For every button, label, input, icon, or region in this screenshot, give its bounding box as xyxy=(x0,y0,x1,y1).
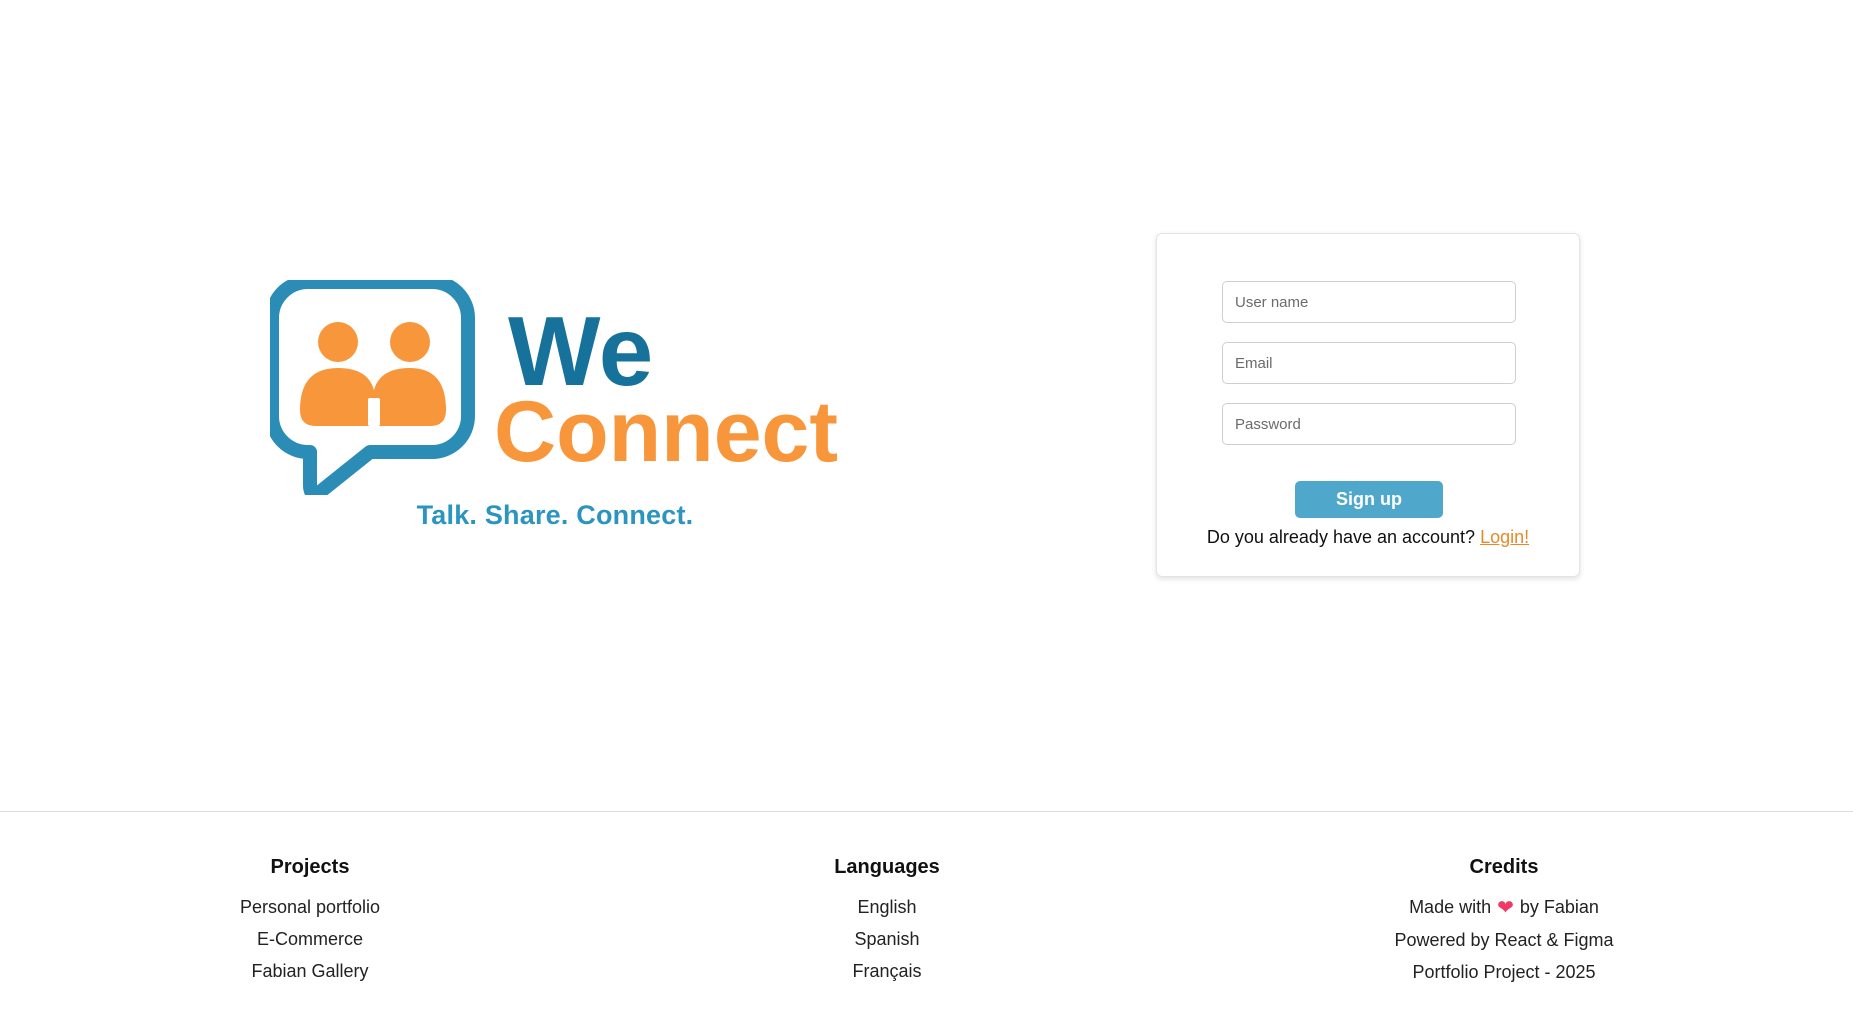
footer-projects-title: Projects xyxy=(270,856,350,878)
made-with-prefix: Made with xyxy=(1409,897,1492,917)
account-prompt-text: Do you already have an account? xyxy=(1206,527,1476,547)
language-option-spanish[interactable]: Spanish xyxy=(707,923,1067,955)
signup-card: Sign up Do you already have an account? … xyxy=(1156,233,1580,577)
signup-button[interactable]: Sign up xyxy=(1295,481,1443,518)
brand-logo: We Connect Talk. Share. Connect. xyxy=(270,280,840,540)
footer-credits: Credits Made with ❤ by Fabian Powered by R… xyxy=(1324,856,1684,988)
heart-icon: ❤ xyxy=(1497,897,1514,919)
chat-bubble-logo-icon: We Connect xyxy=(270,280,838,495)
made-with-suffix: by Fabian xyxy=(1519,897,1599,917)
language-option-english[interactable]: English xyxy=(707,891,1067,923)
footer-link-personal-portfolio[interactable]: Personal portfolio xyxy=(130,891,490,923)
language-option-francais[interactable]: Français xyxy=(707,955,1067,987)
footer-credits-title: Credits xyxy=(1469,856,1539,878)
login-link[interactable]: Login! xyxy=(1480,527,1529,547)
footer-link-fabian-gallery[interactable]: Fabian Gallery xyxy=(130,955,490,987)
credits-project-year: Portfolio Project - 2025 xyxy=(1412,962,1596,982)
site-footer: Projects Personal portfolio E-Commerce F… xyxy=(0,811,1853,1027)
password-input[interactable] xyxy=(1222,403,1516,445)
brand-tagline: Talk. Share. Connect. xyxy=(416,500,694,530)
footer-languages-title: Languages xyxy=(834,856,940,878)
username-input[interactable] xyxy=(1222,281,1516,323)
footer-link-ecommerce[interactable]: E-Commerce xyxy=(130,923,490,955)
credits-made-with: Made with ❤ by Fabian xyxy=(1324,891,1684,924)
credits-powered-by: Powered by React & Figma xyxy=(1394,930,1614,950)
footer-projects: Projects Personal portfolio E-Commerce F… xyxy=(130,856,490,987)
login-prompt: Do you already have an account? Login! xyxy=(1157,527,1579,548)
brand-word-connect: Connect xyxy=(494,384,838,480)
email-input[interactable] xyxy=(1222,342,1516,384)
footer-languages: Languages English Spanish Français xyxy=(707,856,1067,987)
signup-page: We Connect Talk. Share. Connect. Sign up… xyxy=(0,0,1853,1027)
